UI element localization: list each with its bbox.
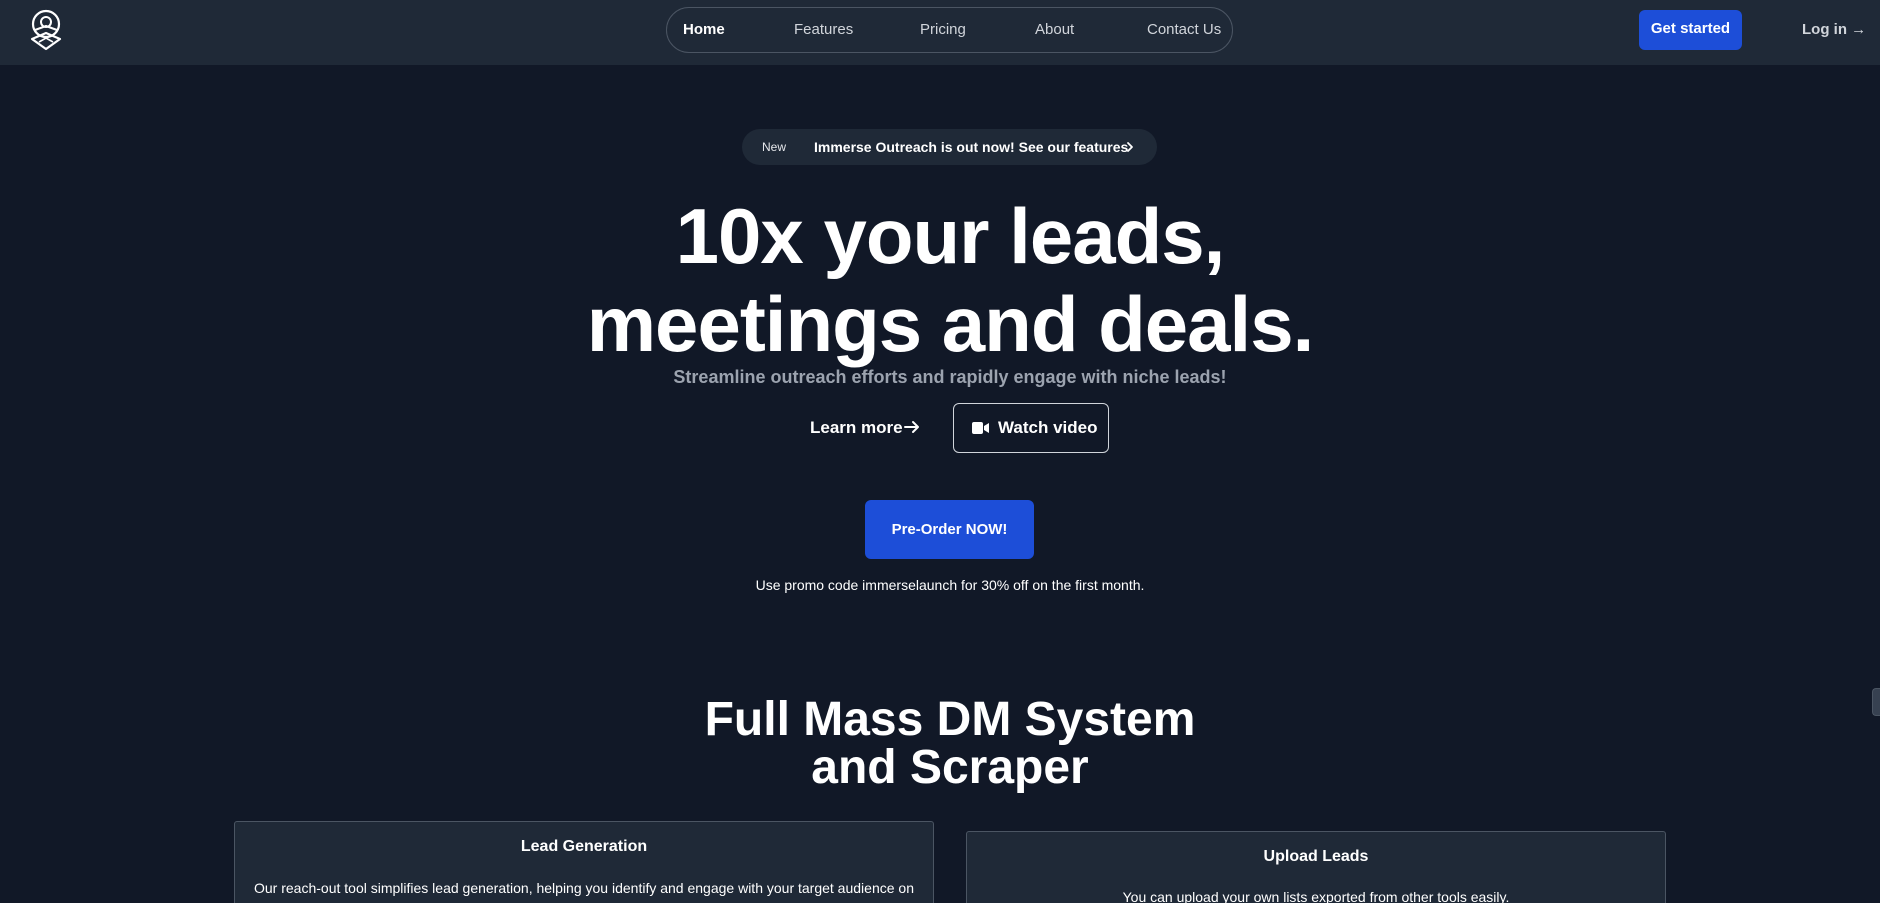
feature-card-lead-generation: Lead Generation Our reach-out tool simpl… bbox=[234, 821, 934, 903]
learn-more-link[interactable]: Learn more bbox=[810, 414, 903, 442]
section-title-line-2: and Scraper bbox=[811, 741, 1089, 794]
watch-video-button[interactable]: Watch video bbox=[953, 403, 1109, 453]
nav-pricing[interactable]: Pricing bbox=[920, 8, 966, 52]
side-scroll-tab[interactable] bbox=[1872, 688, 1880, 716]
watch-video-label: Watch video bbox=[998, 418, 1098, 437]
get-started-button[interactable]: Get started bbox=[1639, 10, 1742, 50]
main-nav: Home Features Pricing About Contact Us bbox=[666, 7, 1233, 53]
card-title: Lead Generation bbox=[520, 838, 648, 855]
announcement-text: Immerse Outreach is out now! See our fea… bbox=[814, 139, 1129, 155]
nav-contact-us[interactable]: Contact Us bbox=[1147, 8, 1221, 52]
promo-text: Use promo code immerselaunch for 30% off… bbox=[755, 577, 1145, 593]
card-title: Upload Leads bbox=[1263, 848, 1369, 865]
aperture-logo-icon[interactable] bbox=[27, 9, 65, 51]
arrow-right-icon[interactable] bbox=[903, 418, 921, 436]
nav-home[interactable]: Home bbox=[683, 8, 725, 52]
login-link[interactable]: Log in → bbox=[1802, 10, 1866, 50]
chevron-right-icon bbox=[1127, 142, 1133, 152]
hero-title: 10x your leads, meetings and deals. bbox=[440, 192, 1460, 368]
hero-subtitle: Streamline outreach efforts and rapidly … bbox=[673, 367, 1227, 387]
feature-card-upload-leads: Upload Leads You can upload your own lis… bbox=[966, 831, 1666, 903]
section-title: Full Mass DM System and Scraper bbox=[540, 696, 1360, 792]
card-text: Our reach-out tool simplifies lead gener… bbox=[254, 880, 914, 896]
preorder-button[interactable]: Pre-Order NOW! bbox=[865, 500, 1034, 559]
announcement-pill[interactable]: New Immerse Outreach is out now! See our… bbox=[742, 129, 1157, 165]
top-navbar: Home Features Pricing About Contact Us G… bbox=[0, 0, 1880, 65]
section-title-line-1: Full Mass DM System bbox=[704, 693, 1196, 746]
nav-features[interactable]: Features bbox=[794, 8, 853, 52]
new-badge: New bbox=[762, 140, 787, 154]
nav-about[interactable]: About bbox=[1035, 8, 1074, 52]
hero-title-line-2: meetings and deals. bbox=[586, 280, 1315, 368]
video-camera-icon bbox=[972, 422, 989, 434]
hero-title-line-1: 10x your leads, bbox=[675, 192, 1226, 280]
card-text: You can upload your own lists exported f… bbox=[1122, 889, 1510, 903]
